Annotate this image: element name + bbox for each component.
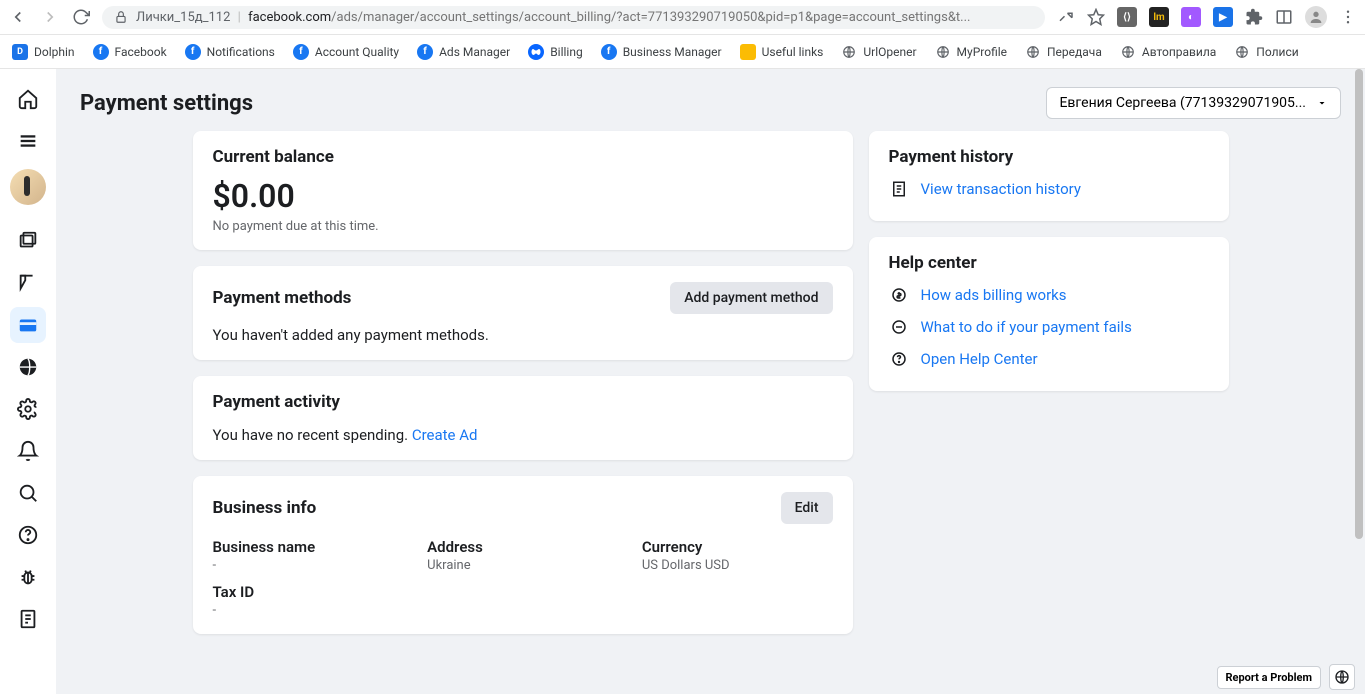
sidebar-billing[interactable] xyxy=(10,307,46,343)
ext-purple[interactable]: ◐ xyxy=(1181,7,1201,27)
sidebar-settings[interactable] xyxy=(10,391,46,427)
sidebar-audiences[interactable] xyxy=(10,349,46,385)
minus-circle-icon xyxy=(889,317,909,337)
biz-curr-value: US Dollars USD xyxy=(642,558,833,573)
question-circle-icon xyxy=(889,349,909,369)
bookmark-notifications[interactable]: fNotifications xyxy=(185,44,275,60)
help-center-card: Help center How ads billing works What t… xyxy=(869,237,1229,391)
activity-body: You have no recent spending. Create Ad xyxy=(213,426,833,444)
bookmark-business-manager[interactable]: fBusiness Manager xyxy=(601,44,722,60)
report-problem-button[interactable]: Report a Problem xyxy=(1217,666,1322,689)
sidebar-menu[interactable] xyxy=(10,123,46,159)
gear-dollar-icon xyxy=(889,285,909,305)
left-sidebar xyxy=(0,69,56,694)
current-balance-card: Current balance $0.00 No payment due at … xyxy=(193,131,853,250)
profile-avatar[interactable] xyxy=(1305,6,1327,28)
reload-button[interactable] xyxy=(72,8,90,26)
biz-name-value: - xyxy=(213,558,404,573)
biz-curr-label: Currency xyxy=(642,538,833,556)
address-bar[interactable]: Лички_15д_112 | facebook.com/ads/manager… xyxy=(102,6,1045,29)
balance-amount: $0.00 xyxy=(213,177,833,215)
payment-activity-card: Payment activity You have no recent spen… xyxy=(193,376,853,460)
bookmark-useful-links[interactable]: Useful links xyxy=(740,44,824,60)
help-billing-link[interactable]: How ads billing works xyxy=(889,279,1209,311)
tab-title: Лички_15д_112 xyxy=(136,10,230,25)
bookmark-account-quality[interactable]: fAccount Quality xyxy=(293,44,399,60)
payment-history-card: Payment history View transaction history xyxy=(869,131,1229,221)
biz-title: Business info xyxy=(213,498,317,518)
help-fail-link[interactable]: What to do if your payment fails xyxy=(889,311,1209,343)
sidebar-profile-avatar[interactable] xyxy=(10,169,46,205)
page-title: Payment settings xyxy=(80,91,253,116)
methods-title: Payment methods xyxy=(213,288,352,308)
business-info-card: Business info Edit Business name - Tax I… xyxy=(193,476,853,634)
back-button[interactable] xyxy=(8,7,28,27)
balance-title: Current balance xyxy=(213,147,833,167)
sidebar-bug[interactable] xyxy=(10,559,46,595)
url-path: /ads/manager/account_settings/account_bi… xyxy=(331,10,970,25)
biz-addr-label: Address xyxy=(427,538,618,556)
share-icon[interactable] xyxy=(1057,8,1075,26)
help-title: Help center xyxy=(889,253,1209,273)
bookmark-avtopravila[interactable]: Автоправила xyxy=(1120,44,1216,60)
bookmark-polisi[interactable]: Полиси xyxy=(1234,44,1298,60)
help-center-link[interactable]: Open Help Center xyxy=(889,343,1209,375)
sidebar-home[interactable] xyxy=(10,81,46,117)
bookmark-myprofile[interactable]: MyProfile xyxy=(935,44,1007,60)
scrollbar[interactable] xyxy=(1355,69,1363,539)
bookmark-facebook[interactable]: fFacebook xyxy=(93,44,167,60)
lock-icon xyxy=(114,10,128,24)
bookmarks-bar: DDolphin fFacebook fNotifications fAccou… xyxy=(0,35,1365,69)
ext-devtools[interactable]: ⟨⟩ xyxy=(1117,7,1137,27)
history-title: Payment history xyxy=(889,147,1209,167)
bookmark-ads-manager[interactable]: fAds Manager xyxy=(417,44,510,60)
ext-blue[interactable]: ▶ xyxy=(1213,7,1233,27)
window-icon[interactable] xyxy=(1275,8,1293,26)
edit-business-button[interactable]: Edit xyxy=(781,492,833,524)
create-ad-link[interactable]: Create Ad xyxy=(412,426,478,444)
extensions-icon[interactable] xyxy=(1245,8,1263,26)
balance-sub: No payment due at this time. xyxy=(213,219,833,234)
bookmark-peredacha[interactable]: Передача xyxy=(1025,44,1102,60)
methods-body: You haven't added any payment methods. xyxy=(213,326,833,344)
bookmark-dolphin[interactable]: DDolphin xyxy=(12,44,75,60)
add-payment-method-button[interactable]: Add payment method xyxy=(670,282,832,314)
biz-addr-value: Ukraine xyxy=(427,558,618,573)
bookmark-billing[interactable]: Billing xyxy=(528,44,583,60)
payment-methods-card: Payment methods Add payment method You h… xyxy=(193,266,853,360)
biz-name-label: Business name xyxy=(213,538,404,556)
activity-title: Payment activity xyxy=(213,392,833,412)
view-transaction-history-link[interactable]: View transaction history xyxy=(889,173,1209,205)
biz-tax-value: - xyxy=(213,603,404,618)
biz-tax-label: Tax ID xyxy=(213,583,404,601)
receipt-icon xyxy=(889,179,909,199)
url-domain: facebook.com xyxy=(248,10,331,25)
sidebar-reports[interactable] xyxy=(10,601,46,637)
ext-im[interactable]: lm xyxy=(1149,7,1169,27)
star-icon[interactable] xyxy=(1087,8,1105,26)
locale-button[interactable] xyxy=(1329,664,1355,690)
chrome-menu-icon[interactable] xyxy=(1339,8,1357,26)
forward-button[interactable] xyxy=(40,7,60,27)
sidebar-ads[interactable] xyxy=(10,265,46,301)
sidebar-search[interactable] xyxy=(10,475,46,511)
account-dropdown[interactable]: Евгения Сергеева (77139329071905... xyxy=(1046,87,1341,119)
sidebar-notifications[interactable] xyxy=(10,433,46,469)
sidebar-campaigns[interactable] xyxy=(10,223,46,259)
bookmark-urlopener[interactable]: UrlOpener xyxy=(841,44,916,60)
sidebar-help[interactable] xyxy=(10,517,46,553)
chevron-down-icon xyxy=(1316,97,1328,109)
